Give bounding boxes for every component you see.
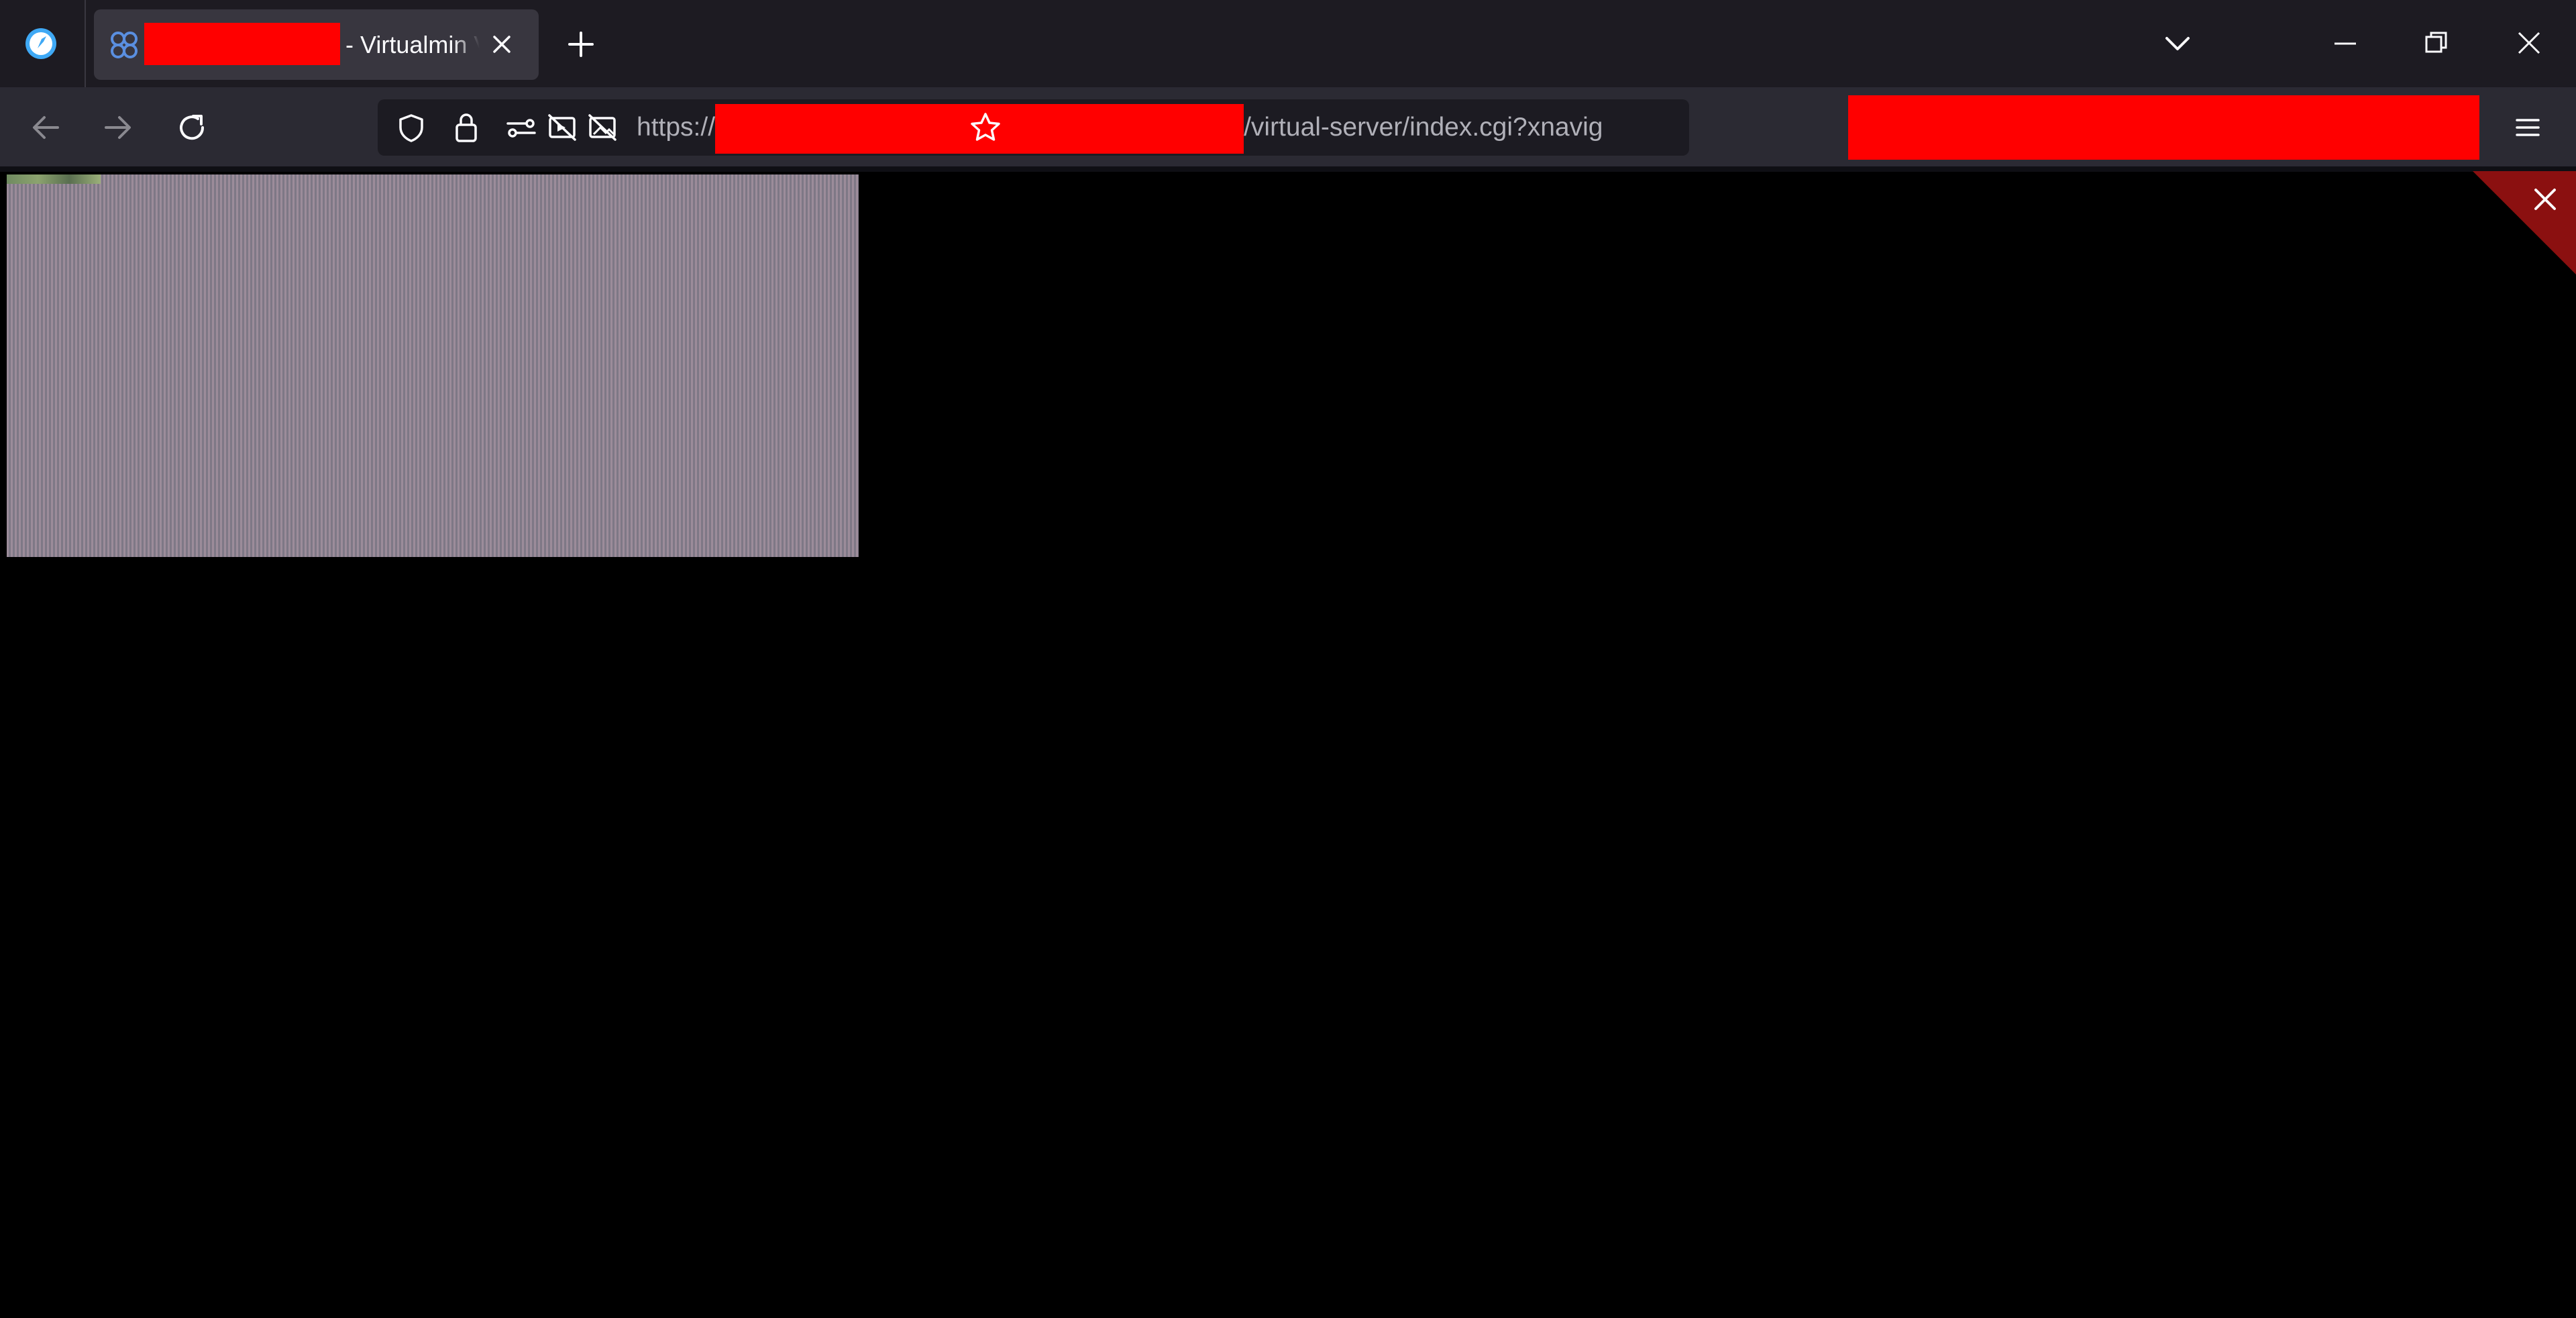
corner-close-button[interactable]	[2473, 171, 2576, 274]
blocked-images-icon[interactable]	[587, 113, 618, 142]
tab-title: - Virtualmin V	[345, 31, 480, 58]
url-scheme: https://	[637, 113, 716, 142]
chevron-down-icon[interactable]	[2164, 34, 2191, 54]
back-arrow-icon[interactable]	[31, 114, 60, 141]
minimize-icon[interactable]	[2333, 34, 2357, 54]
reload-icon[interactable]	[177, 113, 208, 144]
lock-icon[interactable]	[453, 111, 480, 144]
url-text[interactable]: https:// /virtual-server/index.cgi?xnavig	[637, 99, 1603, 156]
blocked-autoplay-icon[interactable]	[547, 113, 578, 142]
tab-virtualmin[interactable]: - Virtualmin V	[94, 9, 539, 80]
hamburger-menu-icon[interactable]	[2514, 115, 2541, 140]
close-icon[interactable]	[491, 34, 513, 55]
loading-image-strip	[7, 174, 101, 184]
restore-icon[interactable]	[2424, 31, 2449, 55]
window-close-icon[interactable]	[2517, 31, 2541, 55]
redacted-toolbar-area	[1848, 95, 2479, 160]
tab-strip: - Virtualmin V	[0, 0, 2576, 87]
navigation-toolbar: https:// /virtual-server/index.cgi?xnavig	[0, 87, 2576, 166]
forward-arrow-icon[interactable]	[103, 114, 133, 141]
plus-icon[interactable]	[568, 31, 594, 58]
virtualmin-icon	[109, 30, 140, 60]
content-divider	[0, 166, 2576, 172]
browser-app-icon[interactable]	[24, 27, 58, 60]
url-path: /virtual-server/index.cgi?xnavig	[1244, 113, 1603, 142]
redacted-tab-title	[144, 23, 340, 65]
url-bar[interactable]: https:// /virtual-server/index.cgi?xnavig	[378, 99, 1689, 156]
tab-separator	[85, 0, 86, 87]
shield-icon[interactable]	[396, 113, 426, 144]
corrupted-image-placeholder	[7, 174, 859, 557]
permissions-icon[interactable]	[505, 114, 537, 141]
star-icon[interactable]	[969, 111, 1002, 144]
